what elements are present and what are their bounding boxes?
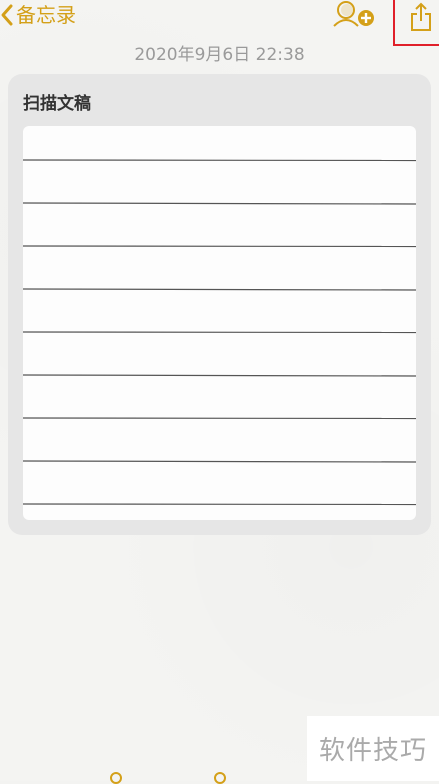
watermark: 软件技巧 <box>307 716 439 781</box>
share-icon <box>411 2 431 31</box>
chevron-left-icon <box>1 4 13 26</box>
scanned-page-thumbnail[interactable] <box>23 126 416 520</box>
toolbar-checklist-icon[interactable] <box>110 772 122 784</box>
watermark-text: 软件技巧 <box>318 736 427 766</box>
ruled-line <box>23 374 416 377</box>
ruled-line <box>23 202 416 205</box>
ruled-line <box>23 245 416 248</box>
ruled-line <box>23 503 416 506</box>
add-person-icon <box>333 1 374 27</box>
ruled-line <box>23 331 416 334</box>
scan-title: 扫描文稿 <box>23 94 91 114</box>
back-button[interactable]: 备忘录 <box>0 0 76 30</box>
back-label: 备忘录 <box>16 3 76 27</box>
ruled-line <box>23 460 416 463</box>
ruled-line <box>23 417 416 420</box>
toolbar-camera-icon[interactable] <box>214 772 226 784</box>
collaborate-button[interactable] <box>332 0 376 30</box>
ruled-line <box>23 159 416 162</box>
navigation-bar: 备忘录 <box>0 0 439 46</box>
ruled-line <box>23 288 416 291</box>
ruled-lines <box>23 159 416 506</box>
note-date: 2020年9月6日 22:38 <box>134 45 305 65</box>
scanned-document-card[interactable]: 扫描文稿 <box>8 74 431 535</box>
